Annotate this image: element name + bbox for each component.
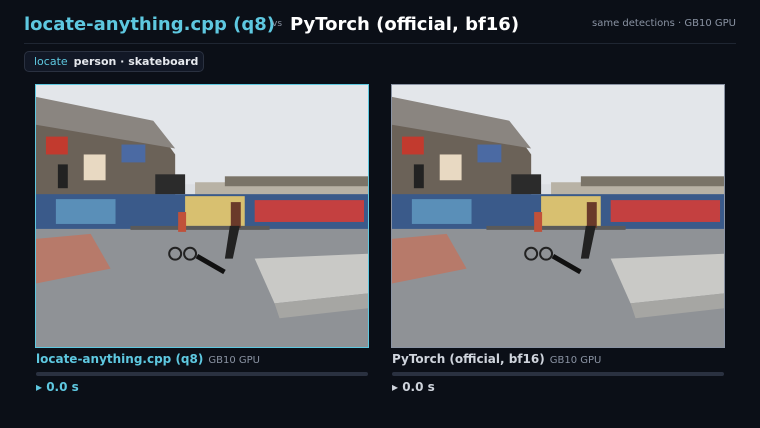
right-engine-name: PyTorch (official, bf16) <box>392 352 545 366</box>
query-label: locate <box>34 55 68 68</box>
left-engine-label: locate-anything.cpp (q8) GB10 GPU <box>36 352 260 366</box>
left-image-panel <box>35 84 369 348</box>
left-progress-bar <box>36 372 368 376</box>
right-gpu-label: GB10 GPU <box>549 355 602 366</box>
right-elapsed-time: ▸ 0.0 s <box>392 380 435 394</box>
right-engine-label: PyTorch (official, bf16) GB10 GPU <box>392 352 601 366</box>
query-terms: person · skateboard <box>73 55 199 68</box>
query-chip: locate person · skateboard <box>24 51 204 72</box>
left-engine-name: locate-anything.cpp (q8) <box>36 352 204 366</box>
right-image-panel <box>391 84 725 348</box>
header-bar: locate-anything.cpp (q8) vs PyTorch (off… <box>24 0 736 44</box>
right-engine-title: PyTorch (official, bf16) <box>290 14 520 35</box>
left-gpu-label: GB10 GPU <box>208 355 260 366</box>
skatepark-photo <box>392 85 724 347</box>
left-elapsed-time: ▸ 0.0 s <box>36 380 79 394</box>
left-engine-title: locate-anything.cpp (q8) <box>24 14 276 35</box>
vs-label: vs <box>272 19 283 29</box>
skatepark-photo <box>36 85 368 347</box>
right-progress-bar <box>392 372 724 376</box>
header-meta: same detections · GB10 GPU <box>592 18 736 29</box>
